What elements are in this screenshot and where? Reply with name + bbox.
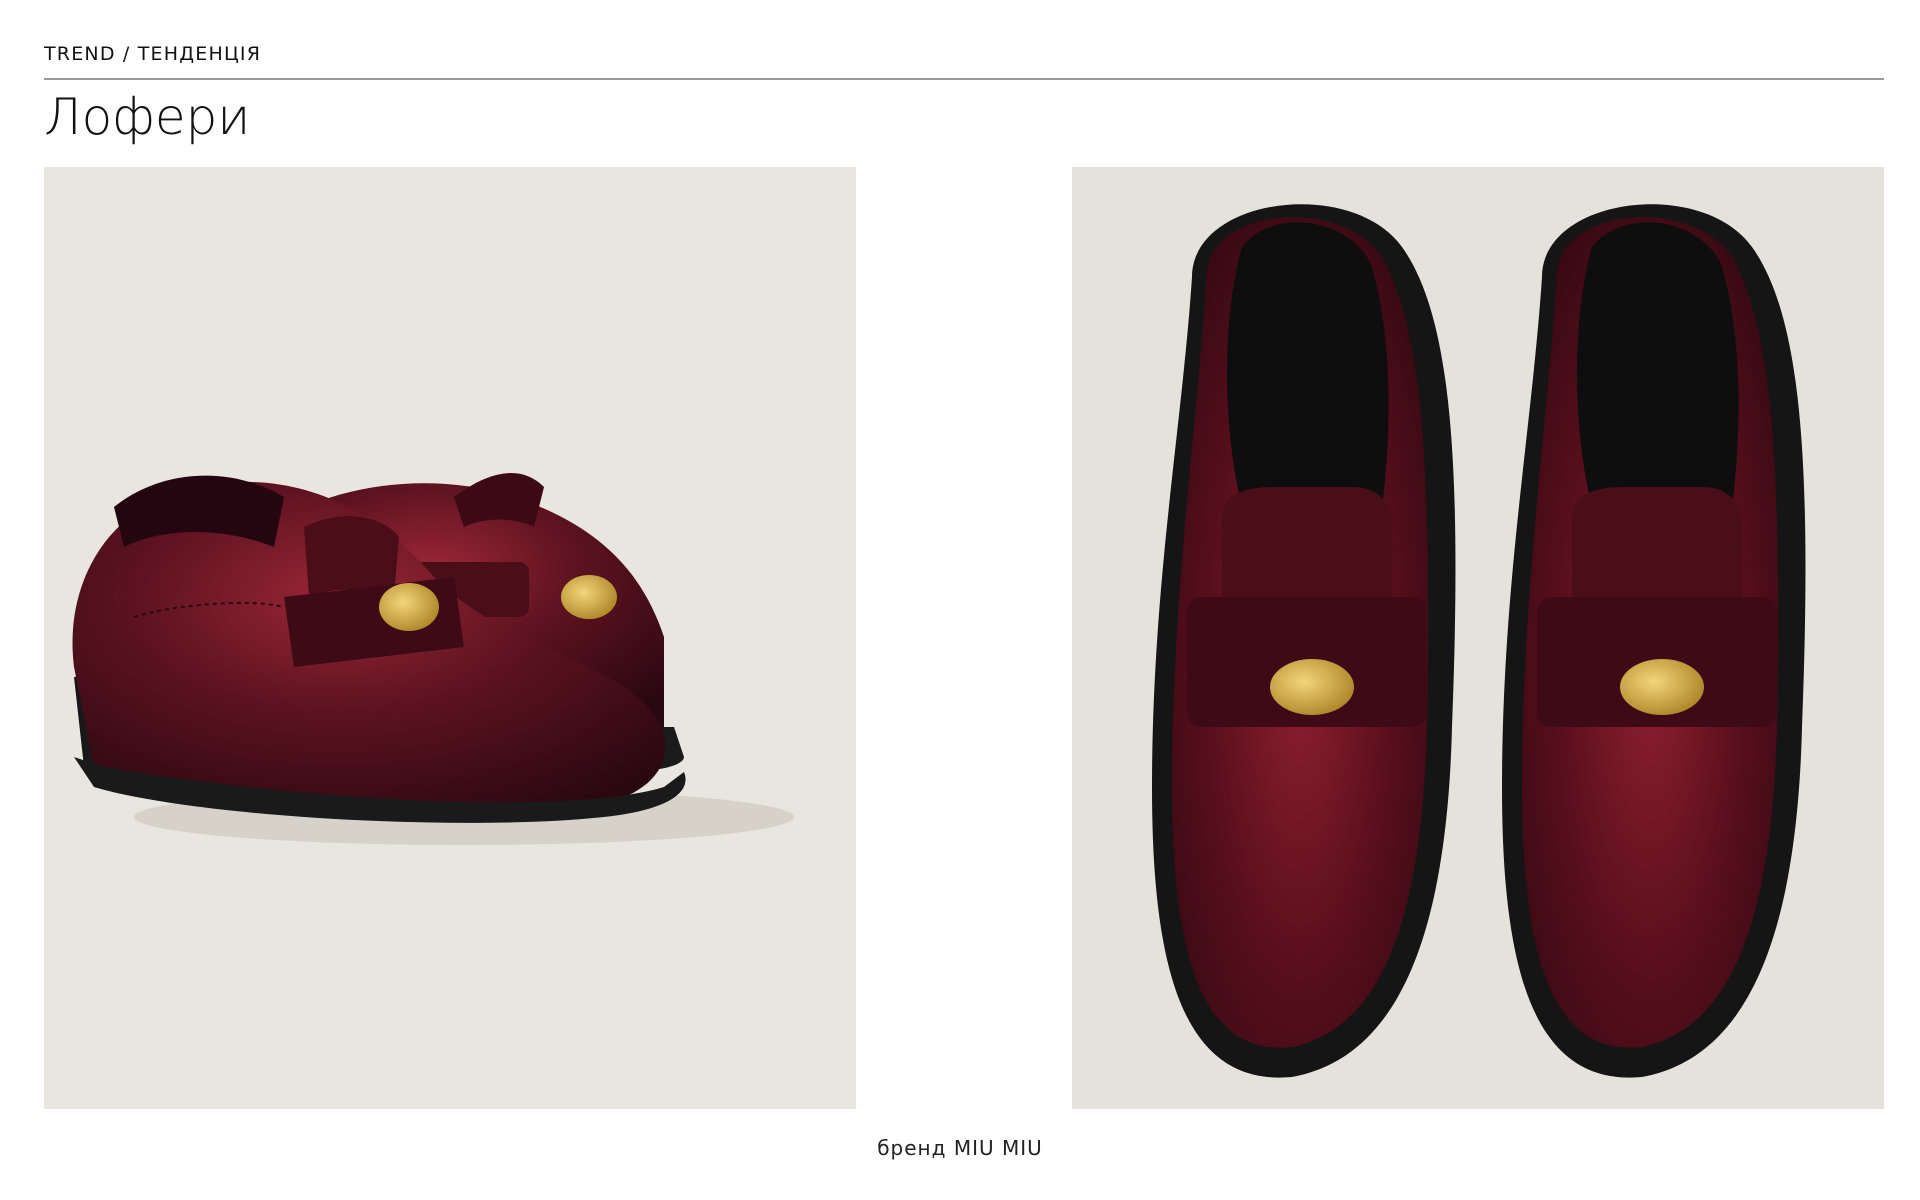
right-loafer-top: [1502, 204, 1806, 1078]
section-kicker: TREND / ТЕНДЕНЦІЯ: [44, 43, 262, 65]
page: TREND / ТЕНДЕНЦІЯ Лофери бренд MIU MIU: [0, 0, 1920, 1200]
loafers-side-photo: [44, 167, 856, 1109]
loafers-top-photo: [1072, 167, 1884, 1109]
left-loafer-top: [1152, 204, 1456, 1078]
brand-caption: бренд MIU MIU: [877, 1136, 1043, 1160]
loafers-side-illustration: [72, 473, 794, 845]
page-title: Лофери: [44, 88, 251, 146]
loafers-top-illustration: [1152, 204, 1806, 1078]
header-divider: [44, 78, 1884, 80]
